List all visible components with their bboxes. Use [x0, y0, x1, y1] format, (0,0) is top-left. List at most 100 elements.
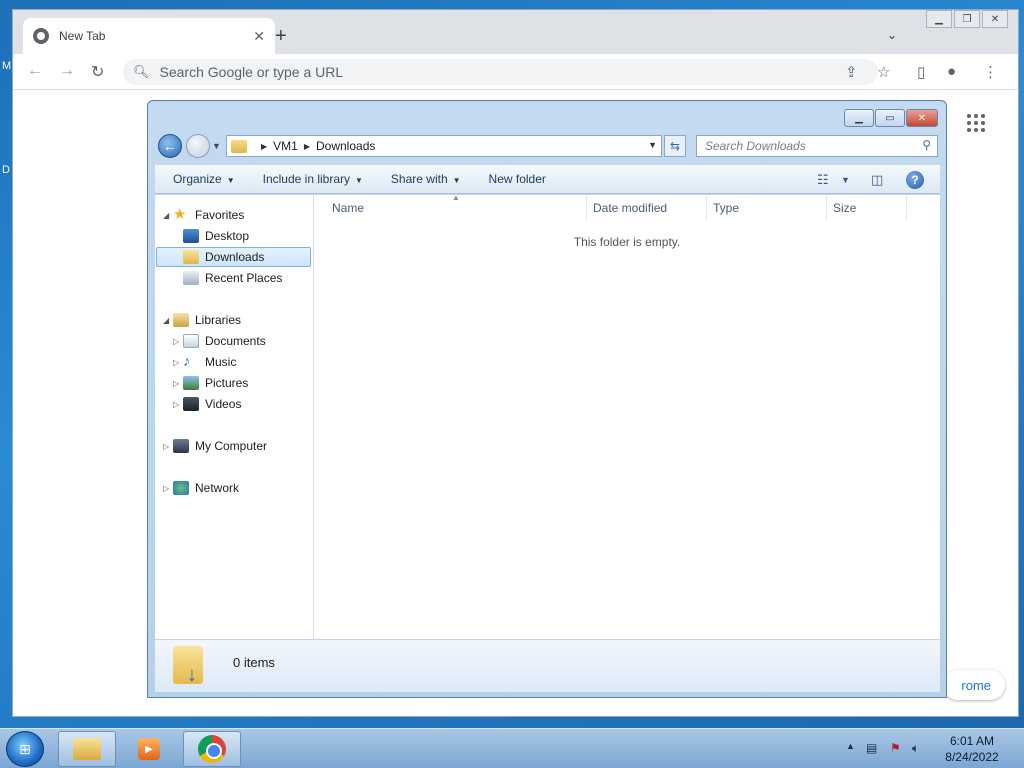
help-icon[interactable]: ?: [906, 171, 924, 189]
collapsed-triangle-icon[interactable]: ▷: [173, 379, 183, 388]
omnibox[interactable]: 🔍︎ Search Google or type a URL: [123, 59, 878, 85]
forward-arrow-icon[interactable]: →: [59, 62, 75, 80]
chevron-down-icon[interactable]: ▼: [841, 175, 850, 185]
taskbar-media-player-button[interactable]: ▶: [120, 731, 178, 767]
start-button[interactable]: ⊞: [6, 731, 44, 767]
column-header-type[interactable]: Type: [707, 195, 827, 221]
apps-grid-icon[interactable]: [967, 114, 985, 132]
column-header-size[interactable]: Size: [827, 195, 907, 221]
taskbar-chrome-button[interactable]: [183, 731, 241, 767]
share-with-button[interactable]: Share with ▼: [391, 172, 461, 186]
desktop-icon-label-fragment: D: [2, 164, 10, 176]
folder-icon: [231, 139, 247, 153]
share-icon[interactable]: ⇪: [845, 63, 858, 81]
nav-item-network[interactable]: ▷ Network: [163, 478, 239, 498]
tab-search-chevron-icon[interactable]: ⌄: [887, 28, 897, 42]
show-hidden-icons-chevron-icon[interactable]: ▲: [846, 741, 855, 751]
reload-icon[interactable]: ↻: [91, 62, 104, 82]
collapsed-triangle-icon[interactable]: ▷: [173, 337, 183, 346]
restore-button[interactable]: ❐: [954, 10, 980, 28]
nav-item-music[interactable]: ▷ ♪ Music: [173, 352, 236, 372]
tab-title: New Tab: [59, 29, 106, 43]
chevron-down-icon: ▼: [452, 176, 461, 185]
collapsed-triangle-icon[interactable]: ▷: [163, 484, 173, 493]
nav-item-pictures[interactable]: ▷ Pictures: [173, 373, 248, 393]
taskbar: ⊞ ▶ ▲ ▤ ⚑ 🔈︎ 6:01 AM 8/24/2022: [0, 728, 1024, 768]
maximize-button[interactable]: ▭: [875, 109, 905, 127]
organize-button[interactable]: Organize ▼: [173, 172, 235, 186]
desktop-icon: [183, 229, 199, 243]
taskbar-explorer-button[interactable]: [58, 731, 116, 767]
navigation-pane: ◢ ★ Favorites Desktop Downloads Recent P…: [155, 195, 314, 639]
address-dropdown-icon[interactable]: ▼: [648, 140, 657, 150]
clock-date: 8/24/2022: [945, 750, 999, 764]
explorer-window-controls: ▁ ▭ ✕: [844, 109, 938, 127]
network-icon: [173, 481, 189, 495]
address-bar[interactable]: ▶ VM1 ▶ Downloads ▼: [226, 135, 662, 157]
chrome-tab-strip: New Tab ✕ + ⌄ ▁ ❐ ✕: [13, 10, 1018, 54]
downloads-folder-icon: [183, 250, 199, 264]
breadcrumb-chevron-icon[interactable]: ▶: [261, 142, 267, 151]
include-in-library-button[interactable]: Include in library ▼: [263, 172, 363, 186]
new-folder-button[interactable]: New folder: [489, 172, 546, 186]
nav-item-downloads[interactable]: Downloads: [156, 247, 311, 267]
chrome-window-controls: ▁ ❐ ✕: [926, 10, 1008, 28]
back-arrow-icon[interactable]: ←: [158, 134, 182, 158]
column-header-date-modified[interactable]: Date modified: [587, 195, 707, 221]
nav-item-desktop[interactable]: Desktop: [183, 226, 249, 246]
forward-arrow-icon[interactable]: [186, 134, 210, 158]
recent-pages-chevron-icon[interactable]: ▼: [212, 141, 221, 151]
preview-pane-icon[interactable]: ◫: [871, 172, 883, 188]
side-panel-icon[interactable]: ▯: [917, 63, 925, 81]
star-icon[interactable]: ☆: [877, 63, 890, 81]
network-tray-icon[interactable]: ▤: [866, 741, 877, 755]
media-player-icon: ▶: [138, 738, 160, 760]
refresh-icon[interactable]: ⇆: [664, 135, 686, 157]
change-view-icon[interactable]: ☷: [817, 172, 829, 188]
profile-icon[interactable]: ●: [947, 63, 956, 80]
minimize-button[interactable]: ▁: [926, 10, 952, 28]
close-button[interactable]: ✕: [906, 109, 938, 127]
more-menu-icon[interactable]: ⋮: [983, 63, 998, 81]
clock-time: 6:01 AM: [949, 734, 995, 748]
breadcrumb-chevron-icon[interactable]: ▶: [304, 142, 310, 151]
nav-label: Downloads: [205, 250, 265, 264]
chrome-icon: [198, 735, 226, 763]
desktop-icon-label-fragment: M: [2, 60, 12, 72]
close-button[interactable]: ✕: [982, 10, 1008, 28]
search-placeholder: Search Downloads: [705, 139, 806, 153]
nav-item-my-computer[interactable]: ▷ My Computer: [163, 436, 267, 456]
collapsed-triangle-icon[interactable]: ▷: [173, 358, 183, 367]
minimize-button[interactable]: ▁: [844, 109, 874, 127]
nav-item-videos[interactable]: ▷ Videos: [173, 394, 241, 414]
nav-item-libraries[interactable]: ◢ Libraries: [163, 310, 241, 330]
new-tab-button[interactable]: +: [275, 26, 287, 46]
action-center-flag-icon[interactable]: ⚑: [890, 741, 901, 755]
column-header-name[interactable]: Name: [314, 195, 587, 221]
search-icon[interactable]: ⚲: [922, 138, 931, 152]
tab-close-icon[interactable]: ✕: [253, 28, 265, 45]
nav-item-recent-places[interactable]: Recent Places: [183, 268, 282, 288]
volume-icon[interactable]: 🔈︎: [912, 741, 919, 756]
system-clock[interactable]: 6:01 AM 8/24/2022: [930, 733, 1014, 765]
recent-places-icon: [183, 271, 199, 285]
item-count: 0 items: [233, 655, 275, 670]
explorer-window: ▁ ▭ ✕ ← ▼ ▶ VM1 ▶ Downloads ▼ ⇆ Search D…: [147, 100, 947, 698]
download-arrow-icon: ↓: [187, 664, 197, 686]
expanded-triangle-icon[interactable]: ◢: [163, 316, 173, 325]
collapsed-triangle-icon[interactable]: ▷: [163, 442, 173, 451]
empty-folder-message: This folder is empty.: [573, 235, 681, 249]
nav-item-favorites[interactable]: ◢ ★ Favorites: [163, 205, 244, 225]
tab-new-tab[interactable]: New Tab ✕: [23, 18, 275, 54]
nav-label: Recent Places: [205, 271, 283, 285]
customize-chrome-button[interactable]: rome: [943, 670, 1005, 700]
collapsed-triangle-icon[interactable]: ▷: [173, 400, 183, 409]
breadcrumb-vm1[interactable]: VM1: [273, 139, 298, 153]
folder-icon: [73, 738, 101, 760]
expanded-triangle-icon[interactable]: ◢: [163, 211, 173, 220]
search-input[interactable]: Search Downloads ⚲: [696, 135, 938, 157]
nav-item-documents[interactable]: ▷ Documents: [173, 331, 266, 351]
back-arrow-icon[interactable]: ←: [27, 62, 43, 80]
breadcrumb-downloads[interactable]: Downloads: [316, 139, 375, 153]
nav-label: Favorites: [195, 208, 245, 222]
